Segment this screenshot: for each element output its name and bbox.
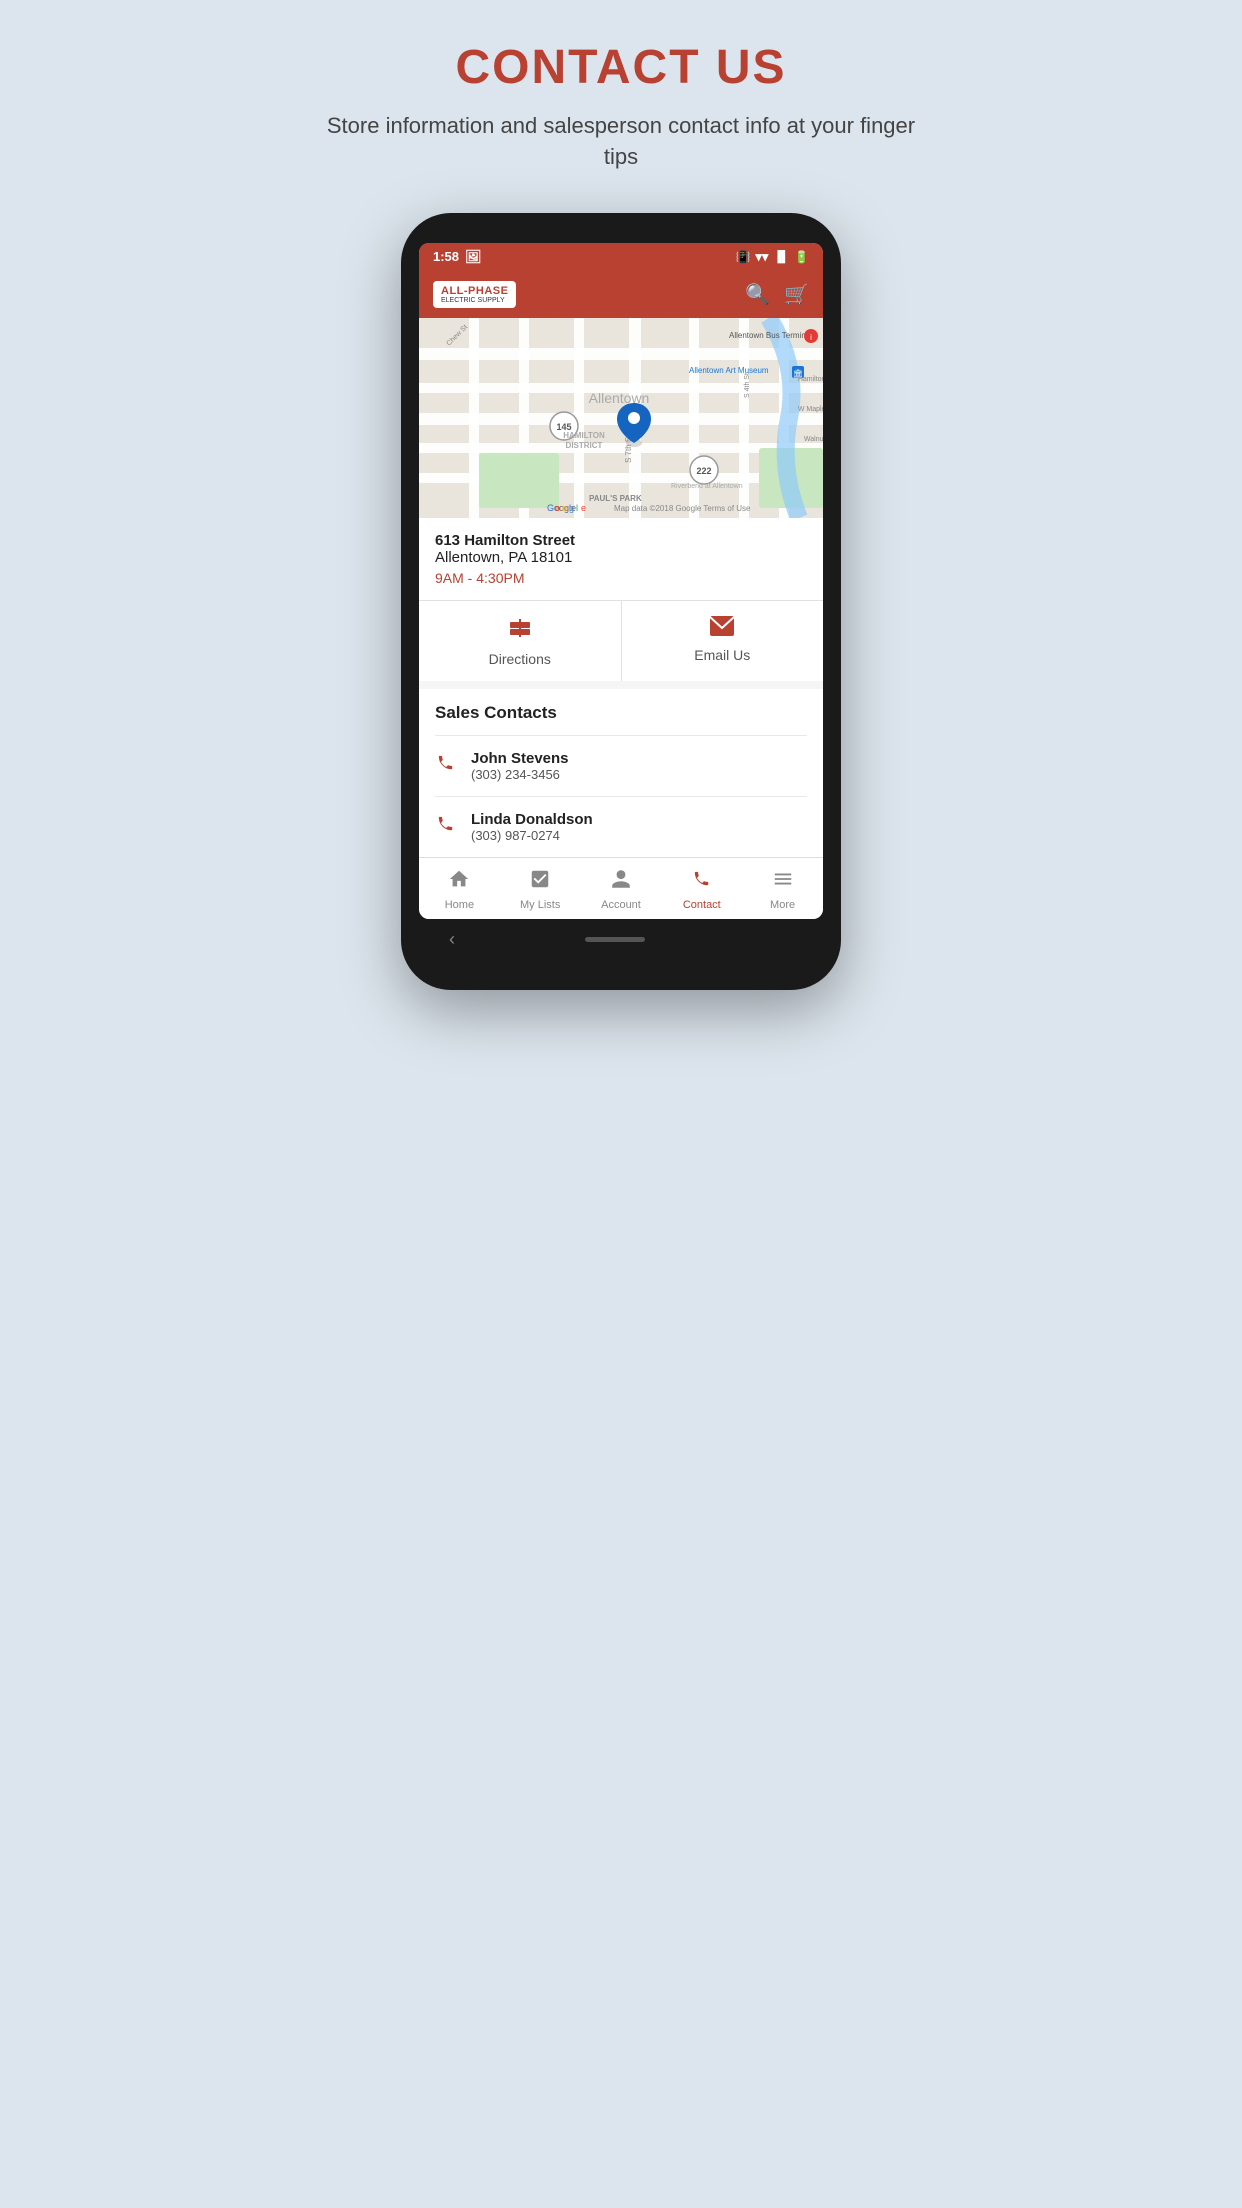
logo: ALL-PHASE ELECTRIC SUPPLY bbox=[433, 281, 516, 308]
email-label: Email Us bbox=[694, 647, 750, 663]
phone-bottom-bar: ‹ bbox=[419, 919, 823, 960]
contact-phone-1: (303) 987-0274 bbox=[471, 828, 593, 843]
back-button[interactable]: ‹ bbox=[449, 929, 455, 950]
store-hours: 9AM - 4:30PM bbox=[435, 570, 807, 586]
svg-text:Riverbend at Allentown: Riverbend at Allentown bbox=[671, 483, 743, 490]
address-section: 613 Hamilton Street Allentown, PA 18101 … bbox=[419, 518, 823, 600]
status-time: 1:58 bbox=[433, 249, 459, 264]
wifi-icon: ▾▾ bbox=[755, 249, 768, 265]
nav-contact-label: Contact bbox=[683, 899, 721, 911]
vibrate-icon: 📳 bbox=[735, 250, 750, 264]
home-indicator[interactable] bbox=[585, 937, 645, 942]
home-icon bbox=[448, 868, 470, 896]
sales-contacts-title: Sales Contacts bbox=[435, 703, 807, 723]
nav-more-label: More bbox=[770, 899, 795, 911]
sales-contacts-section: Sales Contacts John Stevens (303) 234-34… bbox=[419, 689, 823, 857]
svg-text:S 4th St: S 4th St bbox=[744, 373, 751, 398]
svg-text:222: 222 bbox=[696, 466, 711, 476]
nav-account[interactable]: Account bbox=[581, 858, 662, 919]
svg-text:e: e bbox=[581, 503, 586, 513]
actions-row: Directions Email Us bbox=[419, 600, 823, 681]
svg-text:🏛: 🏛 bbox=[793, 369, 803, 378]
svg-text:g: g bbox=[569, 503, 574, 513]
svg-text:HAMILTON: HAMILTON bbox=[563, 431, 605, 440]
svg-text:G: G bbox=[547, 503, 554, 513]
svg-text:Allentown: Allentown bbox=[589, 390, 650, 406]
address-line2: Allentown, PA 18101 bbox=[435, 549, 807, 566]
account-icon bbox=[610, 868, 632, 896]
svg-text:Allentown Art Museum: Allentown Art Museum bbox=[689, 366, 769, 375]
nav-my-lists[interactable]: My Lists bbox=[500, 858, 581, 919]
svg-text:o: o bbox=[555, 503, 560, 513]
svg-text:i: i bbox=[810, 333, 812, 342]
svg-text:PAUL'S PARK: PAUL'S PARK bbox=[589, 494, 642, 503]
status-right: 📳 ▾▾ ▐▌ 🔋 bbox=[735, 249, 809, 265]
svg-text:Walnut St: Walnut St bbox=[804, 436, 823, 443]
contact-name-0: John Stevens bbox=[471, 750, 569, 767]
search-icon[interactable]: 🔍 bbox=[745, 282, 770, 307]
contact-icon bbox=[691, 868, 713, 896]
page-title: CONTACT US bbox=[455, 40, 786, 95]
status-left: 1:58 🖼 bbox=[433, 249, 482, 265]
nav-account-label: Account bbox=[601, 899, 641, 911]
header-icons: 🔍 🛒 bbox=[745, 282, 809, 307]
svg-text:Map data ©2018 Google Terms o: Map data ©2018 Google Terms of Use bbox=[614, 504, 751, 513]
more-icon bbox=[772, 868, 794, 896]
battery-icon: 🔋 bbox=[794, 250, 809, 264]
svg-text:l: l bbox=[576, 503, 578, 513]
signal-icon: ▐▌ bbox=[773, 251, 789, 263]
page-subtitle: Store information and salesperson contac… bbox=[321, 111, 921, 173]
contact-info-0: John Stevens (303) 234-3456 bbox=[471, 750, 569, 782]
phone-device: 1:58 🖼 📳 ▾▾ ▐▌ 🔋 ALL-PHASE ELECTRIC SUPP… bbox=[401, 213, 841, 990]
logo-sub: ELECTRIC SUPPLY bbox=[441, 297, 508, 304]
directions-label: Directions bbox=[489, 651, 551, 667]
contact-item-1[interactable]: Linda Donaldson (303) 987-0274 bbox=[435, 796, 807, 857]
store-map[interactable]: Chew St Hamilton St W Maple St Walnut St… bbox=[419, 318, 823, 518]
phone-screen: 1:58 🖼 📳 ▾▾ ▐▌ 🔋 ALL-PHASE ELECTRIC SUPP… bbox=[419, 243, 823, 919]
contact-name-1: Linda Donaldson bbox=[471, 811, 593, 828]
status-image-icon: 🖼 bbox=[465, 249, 482, 265]
svg-text:o: o bbox=[562, 503, 567, 513]
nav-contact[interactable]: Contact bbox=[661, 858, 742, 919]
nav-more[interactable]: More bbox=[742, 858, 823, 919]
svg-text:Allentown Bus Terminal: Allentown Bus Terminal bbox=[729, 331, 812, 340]
directions-icon bbox=[507, 615, 533, 647]
bottom-nav: Home My Lists Account Contact bbox=[419, 857, 823, 919]
directions-button[interactable]: Directions bbox=[419, 601, 622, 681]
nav-home[interactable]: Home bbox=[419, 858, 500, 919]
map-svg: Chew St Hamilton St W Maple St Walnut St… bbox=[419, 318, 823, 518]
address-line1: 613 Hamilton Street bbox=[435, 532, 807, 549]
email-button[interactable]: Email Us bbox=[622, 601, 824, 681]
nav-my-lists-label: My Lists bbox=[520, 899, 560, 911]
nav-home-label: Home bbox=[445, 899, 474, 911]
contact-phone-0: (303) 234-3456 bbox=[471, 767, 569, 782]
email-icon bbox=[709, 615, 735, 643]
svg-text:W Maple St: W Maple St bbox=[798, 406, 823, 413]
phone-icon-0 bbox=[435, 752, 457, 780]
svg-text:DISTRICT: DISTRICT bbox=[566, 441, 603, 450]
app-header: ALL-PHASE ELECTRIC SUPPLY 🔍 🛒 bbox=[419, 271, 823, 318]
contact-item-0[interactable]: John Stevens (303) 234-3456 bbox=[435, 735, 807, 796]
status-bar: 1:58 🖼 📳 ▾▾ ▐▌ 🔋 bbox=[419, 243, 823, 271]
my-lists-icon bbox=[529, 868, 551, 896]
phone-icon-1 bbox=[435, 813, 457, 841]
cart-icon[interactable]: 🛒 bbox=[784, 282, 809, 307]
logo-text: ALL-PHASE bbox=[441, 285, 508, 297]
contact-info-1: Linda Donaldson (303) 987-0274 bbox=[471, 811, 593, 843]
